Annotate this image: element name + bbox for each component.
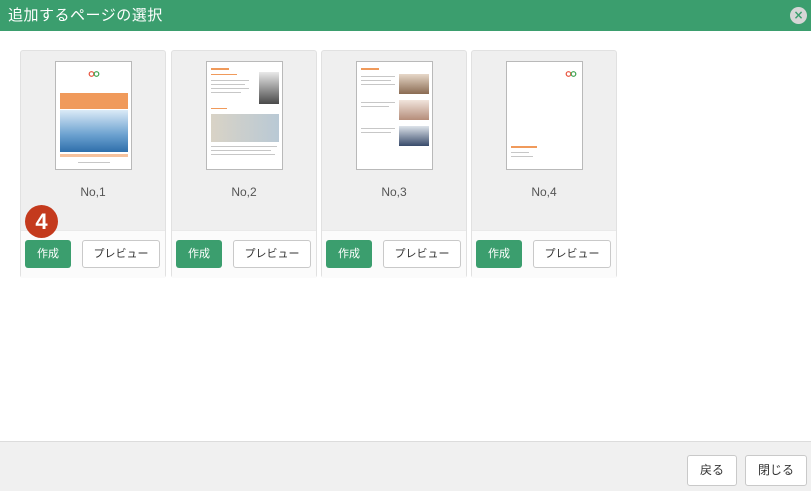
- dialog-title: 追加するページの選択: [8, 6, 163, 24]
- template-card-3: No,3 作成 プレビュー: [321, 50, 467, 278]
- thumbnail-line: [361, 128, 395, 129]
- template-card-2: No,2 作成 プレビュー: [171, 50, 317, 278]
- thumbnail-line: [361, 80, 391, 81]
- create-button[interactable]: 作成: [176, 240, 222, 268]
- page-template-list: No,1 作成 プレビュー No,2 作成 プレビュー No,3 作成 プレビュ…: [0, 31, 811, 441]
- logo-icon: [565, 71, 577, 77]
- thumbnail-line: [361, 84, 395, 85]
- card-actions: 作成 プレビュー: [472, 230, 616, 278]
- thumbnail-strip: [60, 154, 128, 157]
- thumbnail-heading: [211, 74, 237, 75]
- thumbnail-photo: [211, 114, 279, 142]
- card-actions: 作成 プレビュー: [322, 230, 466, 278]
- preview-button[interactable]: プレビュー: [383, 240, 461, 268]
- close-icon[interactable]: ×: [790, 7, 807, 24]
- template-label: No,3: [381, 185, 407, 199]
- thumbnail-line: [361, 102, 395, 103]
- close-button[interactable]: 閉じる: [745, 455, 807, 486]
- thumbnail-heading: [211, 68, 229, 70]
- thumbnail-line: [211, 84, 245, 85]
- thumbnail-photo: [259, 72, 279, 104]
- thumbnail-line: [361, 76, 395, 77]
- thumbnail-line: [211, 150, 271, 151]
- thumbnail-photo: [399, 74, 429, 94]
- template-thumbnail[interactable]: [206, 61, 283, 170]
- thumbnail-line: [211, 154, 275, 155]
- template-card-4: No,4 作成 プレビュー: [471, 50, 617, 278]
- card-actions: 作成 プレビュー: [172, 230, 316, 278]
- template-label: No,1: [80, 185, 106, 199]
- thumbnail-photo: [399, 126, 429, 146]
- template-card-1: No,1 作成 プレビュー: [20, 50, 166, 278]
- thumbnail-line: [211, 88, 249, 89]
- thumbnail-line: [211, 146, 277, 147]
- thumbnail-line: [211, 80, 249, 81]
- thumbnail-line: [511, 156, 533, 157]
- step-number-badge: 4: [25, 205, 58, 238]
- template-label: No,2: [231, 185, 257, 199]
- logo-icon: [88, 71, 100, 77]
- back-button[interactable]: 戻る: [687, 455, 737, 486]
- thumbnail-line: [211, 92, 241, 93]
- thumbnail-line: [361, 106, 389, 107]
- thumbnail-line: [361, 132, 391, 133]
- thumbnail-image: [60, 110, 128, 152]
- thumbnail-heading: [361, 68, 379, 70]
- dialog-footer: 戻る 閉じる: [0, 441, 811, 491]
- thumbnail-heading: [211, 108, 227, 109]
- thumbnail-photo: [399, 100, 429, 120]
- create-button[interactable]: 作成: [326, 240, 372, 268]
- preview-button[interactable]: プレビュー: [233, 240, 311, 268]
- thumbnail-line: [511, 152, 529, 153]
- thumbnail-heading: [511, 146, 537, 148]
- template-label: No,4: [531, 185, 557, 199]
- thumbnail-line: [78, 162, 110, 163]
- template-thumbnail[interactable]: [506, 61, 583, 170]
- create-button[interactable]: 作成: [25, 240, 71, 268]
- template-thumbnail[interactable]: [55, 61, 132, 170]
- dialog-titlebar: 追加するページの選択 ×: [0, 0, 811, 31]
- create-button[interactable]: 作成: [476, 240, 522, 268]
- template-thumbnail[interactable]: [356, 61, 433, 170]
- preview-button[interactable]: プレビュー: [82, 240, 160, 268]
- preview-button[interactable]: プレビュー: [533, 240, 611, 268]
- thumbnail-banner: [60, 93, 128, 109]
